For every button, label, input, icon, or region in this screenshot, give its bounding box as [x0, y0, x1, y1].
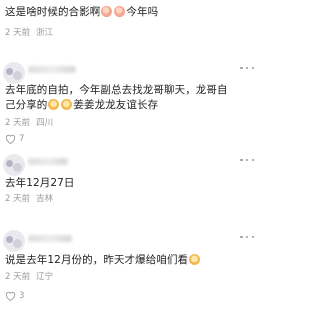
comment-text: 去年12月27日 — [5, 177, 75, 189]
comment-text: 去年底的自拍，今年副总去找龙哥聊天，龙哥自 己分享的 姜姜龙龙友谊长存 — [5, 84, 228, 111]
like-count: 3 — [19, 291, 25, 301]
comment-meta: 2 天前 辽宁 — [5, 272, 59, 283]
comment-location: 辽宁 — [36, 272, 54, 282]
like-button[interactable]: 7 — [5, 134, 24, 144]
like-button[interactable]: 3 — [5, 291, 24, 301]
heart-icon — [5, 134, 16, 144]
more-options-icon[interactable] — [240, 232, 254, 242]
comment-location: 吉林 — [36, 194, 54, 204]
cry-emoji-icon — [48, 99, 60, 110]
avatar[interactable] — [3, 62, 25, 84]
comment-time: 2 天前 — [5, 272, 31, 282]
hug-emoji-icon — [101, 6, 113, 17]
avatar[interactable] — [3, 154, 25, 176]
comment-time: 2 天前 — [5, 118, 31, 128]
comment-time: 2 天前 — [5, 28, 31, 38]
avatar[interactable] — [3, 230, 25, 252]
more-options-icon[interactable] — [240, 155, 254, 165]
comment-feed: 这是啥时候的合影啊 今年吗 2 天前 浙江 去年底的自拍，今年副总去找龙哥聊天，龙哥… — [0, 0, 261, 309]
username-blurred[interactable] — [28, 66, 76, 73]
comment-meta: 2 天前 浙江 — [5, 28, 59, 39]
comment-text: 这是啥时候的合影啊 今年吗 — [5, 6, 159, 18]
wow-emoji-icon — [189, 254, 201, 265]
comment-location: 四川 — [36, 118, 54, 128]
comment-time: 2 天前 — [5, 194, 31, 204]
username-blurred[interactable] — [28, 158, 68, 165]
like-count: 7 — [19, 134, 25, 144]
comment-text: 说是去年12月份的，昨天才爆给咱们看 — [5, 253, 201, 268]
more-options-icon[interactable] — [240, 63, 254, 73]
heart-icon — [5, 291, 16, 301]
username-blurred[interactable] — [28, 235, 72, 242]
comment-location: 浙江 — [36, 28, 54, 38]
comment-meta: 2 天前 吉林 — [5, 194, 59, 205]
cry-emoji-icon — [61, 99, 73, 110]
comment-meta: 2 天前 四川 — [5, 118, 59, 129]
hug-emoji-icon — [114, 6, 126, 17]
